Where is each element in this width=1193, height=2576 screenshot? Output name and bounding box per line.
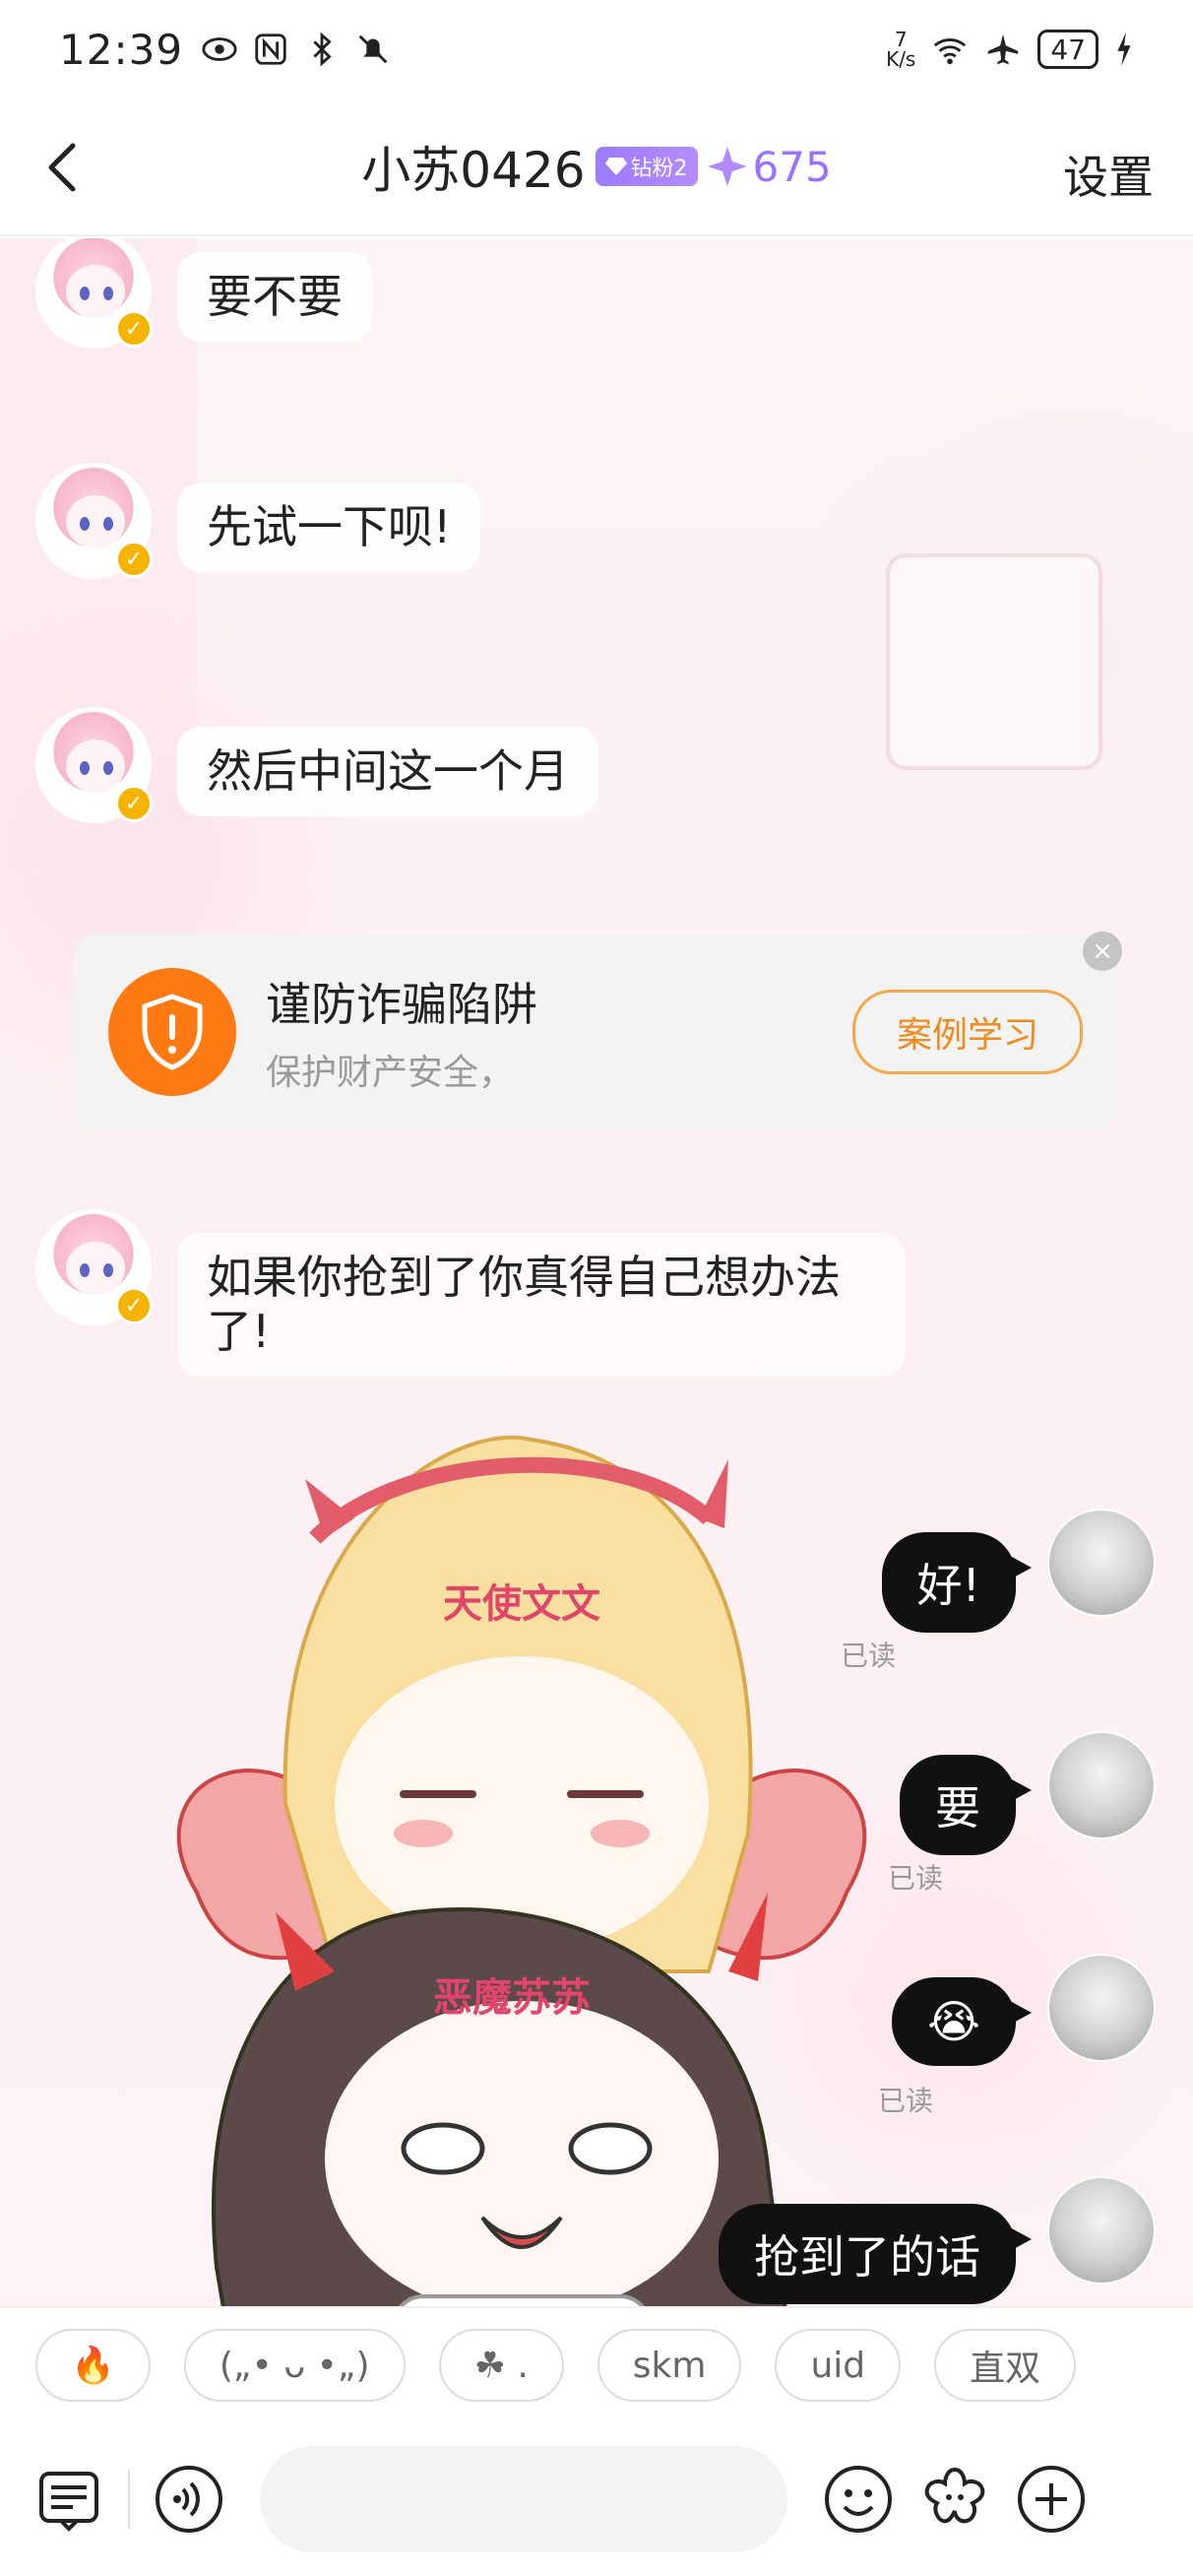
sticker-label-top: 天使文文 xyxy=(443,1581,600,1627)
read-status: 已读 xyxy=(841,1640,897,1672)
settings-button[interactable]: 设置 xyxy=(1063,142,1154,207)
my-avatar[interactable] xyxy=(1047,2176,1156,2285)
avatar-eye xyxy=(80,517,90,531)
avatar-face xyxy=(66,265,125,318)
shield-icon xyxy=(108,968,236,1096)
avatar-eye xyxy=(80,1263,90,1277)
warning-subtitle: 保护财产安全， xyxy=(266,1053,515,1093)
voice-icon[interactable] xyxy=(154,2464,224,2535)
my-message-bubble[interactable]: 好! xyxy=(881,1532,1033,1633)
quick-reply-chip[interactable]: 直双 xyxy=(934,2329,1077,2402)
quick-reply-chip[interactable]: („• ᴗ •„) xyxy=(183,2329,406,2402)
avatar-face xyxy=(66,495,125,548)
input-bar xyxy=(0,2422,1193,2576)
chevron-left-icon[interactable] xyxy=(35,138,94,197)
my-message-row: 要 xyxy=(900,1755,1032,1855)
flower-icon[interactable] xyxy=(919,2464,990,2535)
message-row: ✓ 要不要 xyxy=(35,238,372,349)
points-value: 675 xyxy=(752,142,832,191)
background-decoration xyxy=(886,553,1102,770)
sparkle-icon xyxy=(707,147,747,186)
message-row: ✓ 然后中间这一个月 xyxy=(35,707,598,823)
diamond-icon xyxy=(604,158,627,175)
avatar-eye xyxy=(80,761,90,775)
message-row: ✓ 先试一下呗! xyxy=(35,463,481,579)
quick-reply-chip[interactable]: 🔥 xyxy=(35,2329,151,2402)
message-bubble[interactable]: 如果你抢到了你真得自己想办法了! xyxy=(177,1233,906,1378)
my-avatar[interactable] xyxy=(1047,1731,1156,1839)
battery-level: 47 xyxy=(1050,32,1086,66)
my-message-row: 好! xyxy=(881,1532,1033,1633)
verified-badge: ✓ xyxy=(115,1287,153,1324)
my-message-row: 抢到了的话 xyxy=(719,2204,1032,2304)
message-bubble[interactable]: 然后中间这一个月 xyxy=(177,727,598,817)
airplane-icon xyxy=(988,33,1019,65)
case-study-button[interactable]: 案例学习 xyxy=(851,990,1083,1074)
status-icons-left xyxy=(201,31,392,68)
avatar-face xyxy=(66,740,125,793)
eye-icon xyxy=(202,37,237,61)
my-message-bubble[interactable]: 要 xyxy=(900,1755,1032,1855)
quick-reply-chip[interactable]: ☘ . xyxy=(438,2329,564,2402)
close-icon[interactable]: × xyxy=(1083,932,1122,971)
chat-header: 小苏0426 钻粉2 675 设置 xyxy=(0,98,1193,236)
message-input[interactable] xyxy=(260,2446,787,2552)
warning-text: 谨防诈骗陷阱 保护财产安全， xyxy=(266,969,852,1095)
avatar-face xyxy=(66,1242,125,1295)
avatar-eye xyxy=(103,517,113,531)
page-title: 小苏0426 xyxy=(361,142,586,199)
mute-icon xyxy=(358,34,388,64)
sticker-illustration: 天使文文 恶魔苏苏 xyxy=(176,1435,867,2306)
fan-badge-label: 钻粉2 xyxy=(630,157,688,181)
my-message-bubble[interactable]: 抢到了的话 xyxy=(719,2204,1032,2304)
status-bar: 12:39 7 K/s 47 xyxy=(0,0,1193,98)
my-message-bubble[interactable]: 😭 xyxy=(892,1977,1032,2066)
avatar[interactable]: ✓ xyxy=(35,1209,153,1325)
avatar[interactable]: ✓ xyxy=(35,707,153,823)
wifi-icon xyxy=(934,38,967,65)
message-bubble[interactable]: 先试一下呗! xyxy=(177,483,481,573)
message-bubble[interactable]: 要不要 xyxy=(177,252,372,343)
battery-indicator: 47 xyxy=(1037,30,1099,69)
warning-title: 谨防诈骗陷阱 xyxy=(266,978,537,1031)
verified-badge: ✓ xyxy=(115,785,153,822)
my-avatar[interactable] xyxy=(1047,1509,1156,1617)
emoji-icon[interactable] xyxy=(823,2464,894,2535)
sticker-label-bottom: 恶魔苏苏 xyxy=(433,1975,591,2021)
avatar-eye xyxy=(103,1263,113,1277)
avatar-eye xyxy=(103,287,113,300)
header-center: 小苏0426 钻粉2 675 xyxy=(361,131,831,202)
speed-value: 7 xyxy=(894,28,908,51)
charging-icon xyxy=(1117,32,1131,67)
quick-reply-bar: 🔥 („• ᴗ •„) ☘ . skm uid 直双 xyxy=(0,2306,1193,2422)
speed-unit: K/s xyxy=(886,47,916,71)
nfc-icon xyxy=(255,33,286,65)
list-icon[interactable] xyxy=(33,2464,104,2535)
avatar[interactable]: ✓ xyxy=(35,463,153,579)
chat-area[interactable]: ✓ 要不要 ✓ 先试一下呗! ✓ 然后中间这一个月 谨防诈骗陷阱 保护财产安全， xyxy=(0,238,1193,2306)
quick-reply-chip[interactable]: uid xyxy=(775,2329,902,2402)
message-row: ✓ 如果你抢到了你真得自己想办法了! xyxy=(35,1209,906,1378)
avatar-eye xyxy=(103,761,113,775)
avatar[interactable]: ✓ xyxy=(35,238,153,349)
read-status: 已读 xyxy=(878,2085,934,2117)
read-status: 已读 xyxy=(888,1862,944,1895)
fraud-warning-card: 谨防诈骗陷阱 保护财产安全， 案例学习 × xyxy=(73,932,1122,1130)
avatar-eye xyxy=(80,287,90,300)
plus-icon[interactable] xyxy=(1016,2464,1087,2535)
verified-badge: ✓ xyxy=(115,310,153,348)
network-speed: 7 K/s xyxy=(886,30,915,69)
quick-reply-chip[interactable]: skm xyxy=(596,2329,742,2402)
divider xyxy=(128,2470,130,2529)
points: 675 xyxy=(707,142,832,191)
verified-badge: ✓ xyxy=(115,541,153,578)
my-message-row: 😭 xyxy=(892,1977,1032,2066)
status-right: 7 K/s 47 xyxy=(886,30,1134,69)
fan-badge: 钻粉2 xyxy=(595,147,698,186)
sticker-image[interactable]: 天使文文 恶魔苏苏 xyxy=(157,1381,886,2306)
status-time: 12:39 xyxy=(59,25,184,74)
my-avatar[interactable] xyxy=(1047,1954,1156,2062)
bluetooth-icon xyxy=(313,32,332,67)
